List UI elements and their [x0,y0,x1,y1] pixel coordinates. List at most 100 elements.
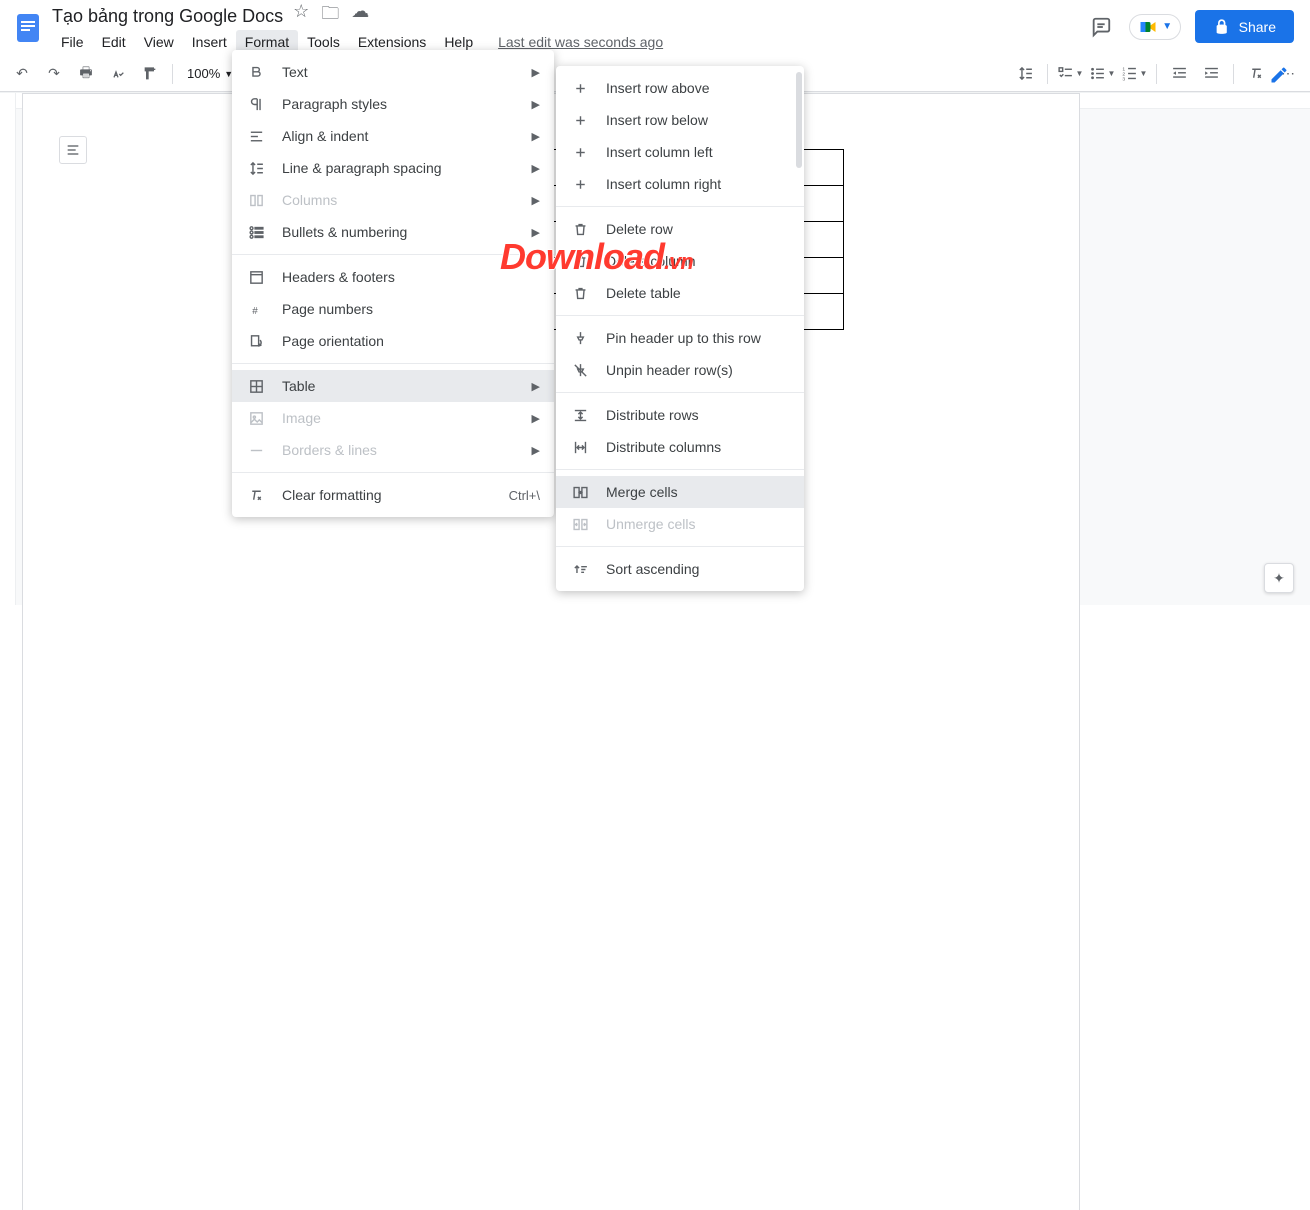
docs-logo[interactable] [8,8,48,48]
svg-text:2: 2 [1122,72,1125,78]
table-menu-distribute-columns[interactable]: Distribute columns [556,431,804,463]
submenu-arrow-icon: ▶ [532,98,540,111]
table-menu-pin-header-up-to-this-row[interactable]: Pin header up to this row [556,322,804,354]
table-menu-delete-row[interactable]: Delete row [556,213,804,245]
menu-item-label: Table [282,378,508,394]
menu-item-label: Image [282,410,508,426]
menu-item-label: Unpin header row(s) [606,362,790,378]
columns-icon [246,190,266,210]
align-indent-icon [246,126,266,146]
menu-item-label: Sort ascending [606,561,790,577]
menu-item-label: Clear formatting [282,487,485,503]
cloud-status-icon[interactable]: ☁ [351,1,369,31]
doc-title[interactable]: Tạo bảng trong Google Docs [52,6,283,27]
format-menu-page-orientation[interactable]: Page orientation [232,325,554,357]
pin-icon [570,328,590,348]
numbered-list-button[interactable]: 123▼ [1120,60,1148,88]
bullets-numbering-icon [246,222,266,242]
app-header: Tạo bảng trong Google Docs ☆ 🗀 ☁ FileEdi… [0,0,1310,56]
editing-mode-button[interactable] [1262,58,1296,92]
format-menu-clear-formatting[interactable]: Clear formatting Ctrl+\ [232,479,554,511]
menu-shortcut: Ctrl+\ [509,488,540,503]
menu-item-label: Bullets & numbering [282,224,508,240]
table-menu-insert-column-left[interactable]: Insert column left [556,136,804,168]
share-label: Share [1239,19,1276,35]
table-menu-insert-row-above[interactable]: Insert row above [556,72,804,104]
format-menu-table[interactable]: Table ▶ [232,370,554,402]
menu-item-label: Borders & lines [282,442,508,458]
page-numbers-icon: # [246,299,266,319]
menu-item-label: Insert column right [606,176,790,192]
spellcheck-button[interactable] [104,60,132,88]
menu-edit[interactable]: Edit [93,30,135,54]
menu-item-label: Distribute columns [606,439,790,455]
format-menu-paragraph-styles[interactable]: Paragraph styles ▶ [232,88,554,120]
plus-icon [570,78,590,98]
submenu-arrow-icon: ▶ [532,130,540,143]
print-button[interactable]: 🖶 [72,60,100,88]
table-menu-unpin-header-row-s-[interactable]: Unpin header row(s) [556,354,804,386]
menu-item-label: Columns [282,192,508,208]
table-menu-sort-ascending[interactable]: Sort ascending [556,553,804,585]
menu-bar: FileEditViewInsertFormatToolsExtensionsH… [52,28,1087,56]
distribute-columns-icon [570,437,590,457]
comment-history-icon[interactable] [1087,13,1115,41]
move-icon[interactable]: 🗀 [321,1,339,31]
submenu-arrow-icon: ▶ [532,162,540,175]
bulleted-list-button[interactable]: ▼ [1088,60,1116,88]
menu-item-label: Paragraph styles [282,96,508,112]
table-menu-delete-table[interactable]: Delete table [556,277,804,309]
meet-button[interactable]: ▼ [1129,14,1181,40]
vertical-ruler[interactable] [0,93,16,605]
increase-indent-button[interactable] [1197,60,1225,88]
table-menu-insert-column-right[interactable]: Insert column right [556,168,804,200]
share-button[interactable]: Share [1195,10,1294,43]
line-spacing-icon [246,158,266,178]
format-menu-headers-footers[interactable]: Headers & footers [232,261,554,293]
zoom-select[interactable]: 100%▼ [181,66,239,81]
format-menu-page-numbers[interactable]: # Page numbers [232,293,554,325]
format-menu-line-paragraph-spacing[interactable]: Line & paragraph spacing▶ [232,152,554,184]
star-icon[interactable]: ☆ [293,1,309,31]
menu-view[interactable]: View [135,30,183,54]
document-outline-button[interactable] [59,136,87,164]
menu-insert[interactable]: Insert [183,30,236,54]
paragraph-styles-icon [246,94,266,114]
distribute-rows-icon [570,405,590,425]
menu-item-label: Insert column left [606,144,790,160]
table-icon [246,376,266,396]
trash-icon [570,283,590,303]
svg-text:3: 3 [1122,77,1125,82]
format-menu-dropdown: Text▶Paragraph styles▶Align & indent▶Lin… [232,50,554,517]
format-menu-text[interactable]: Text ▶ [232,56,554,88]
plus-icon [570,174,590,194]
submenu-arrow-icon: ▶ [532,380,540,393]
explore-button[interactable]: ✦ [1264,563,1294,593]
table-menu-insert-row-below[interactable]: Insert row below [556,104,804,136]
submenu-arrow-icon: ▶ [532,194,540,207]
format-menu-align-indent[interactable]: Align & indent▶ [232,120,554,152]
submenu-scrollbar[interactable] [796,72,802,168]
table-menu-merge-cells[interactable]: Merge cells [556,476,804,508]
paint-format-button[interactable] [136,60,164,88]
submenu-arrow-icon: ▶ [532,226,540,239]
table-menu-delete-column[interactable]: Delete column [556,245,804,277]
bold-icon [246,62,266,82]
redo-button[interactable]: ↷ [40,60,68,88]
last-edit-link[interactable]: Last edit was seconds ago [498,34,663,50]
undo-button[interactable]: ↶ [8,60,36,88]
menu-file[interactable]: File [52,30,93,54]
line-spacing-button[interactable] [1011,60,1039,88]
menu-item-label: Text [282,64,508,80]
plus-icon [570,142,590,162]
checklist-button[interactable]: ▼ [1056,60,1084,88]
unpin-icon [570,360,590,380]
table-menu-distribute-rows[interactable]: Distribute rows [556,399,804,431]
sort-asc-icon [570,559,590,579]
decrease-indent-button[interactable] [1165,60,1193,88]
format-menu-bullets-numbering[interactable]: Bullets & numbering ▶ [232,216,554,248]
menu-item-label: Page numbers [282,301,540,317]
table-submenu-dropdown: Insert row aboveInsert row below Insert c… [556,66,804,591]
submenu-arrow-icon: ▶ [532,66,540,79]
zoom-value: 100% [187,66,220,81]
